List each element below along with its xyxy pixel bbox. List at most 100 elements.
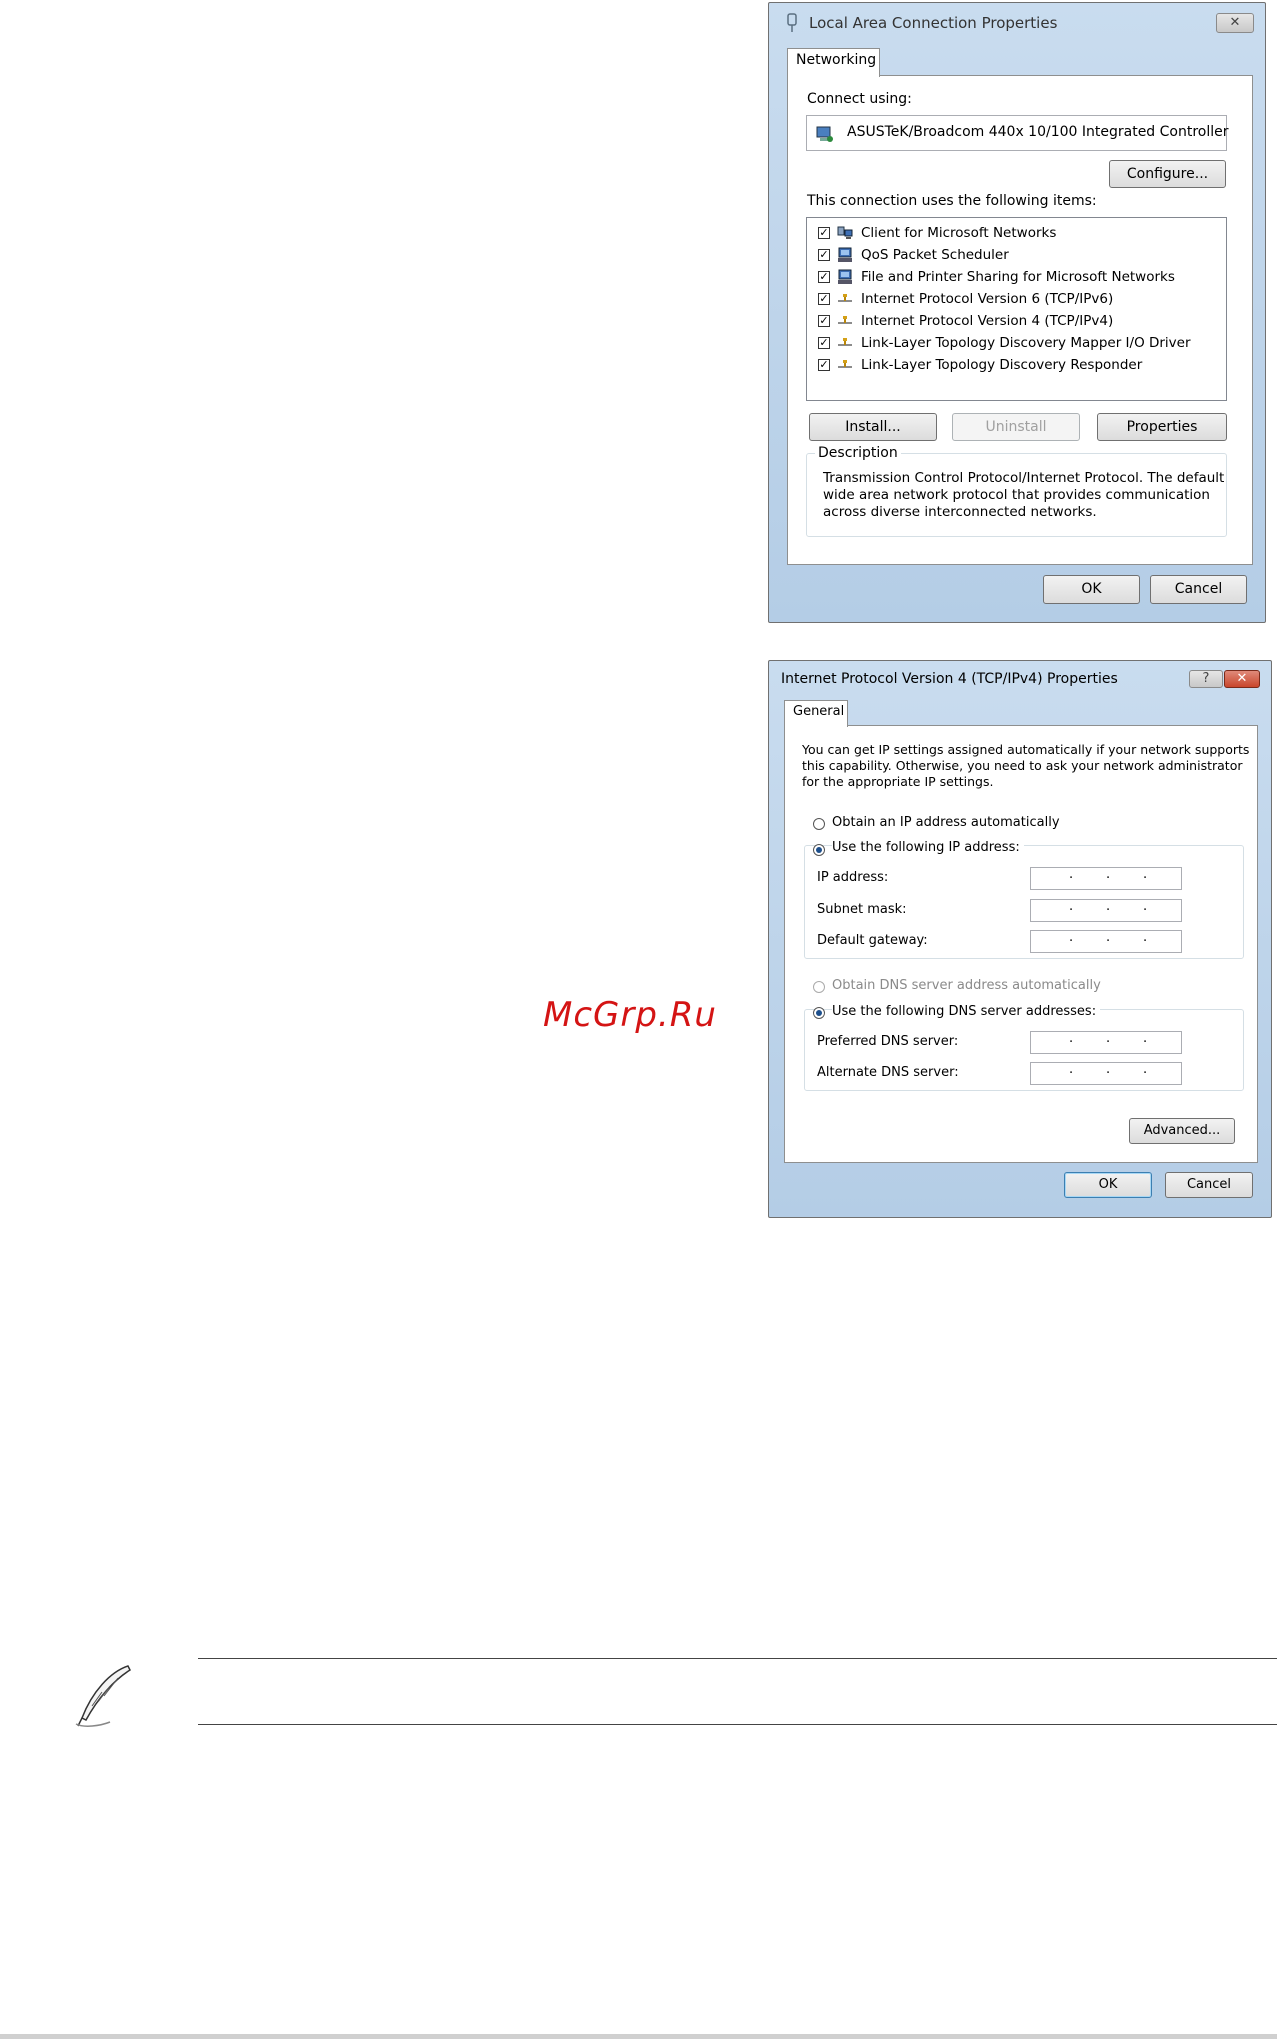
close-button[interactable]: ✕: [1216, 13, 1254, 33]
description-line: across diverse interconnected networks.: [823, 504, 1097, 520]
item-checkbox[interactable]: ✓: [818, 315, 830, 327]
protocol-icon: [837, 357, 852, 371]
preferred-dns-input[interactable]: . . .: [1030, 1031, 1182, 1054]
item-checkbox[interactable]: ✓: [818, 227, 830, 239]
obtain-dns-auto-radio[interactable]: [813, 981, 825, 993]
close-icon: ✕: [1236, 671, 1248, 686]
close-button[interactable]: ✕: [1224, 670, 1260, 688]
item-label: Link-Layer Topology Discovery Mapper I/O…: [861, 335, 1191, 351]
ip-separator: .: [1069, 867, 1074, 882]
ip-separator: .: [1143, 1031, 1148, 1046]
help-button[interactable]: ?: [1189, 670, 1223, 688]
description-line: wide area network protocol that provides…: [823, 487, 1210, 503]
subnet-mask-label: Subnet mask:: [817, 902, 907, 917]
network-service-icon: [837, 247, 852, 262]
protocol-icon: [837, 291, 852, 305]
window-title: Local Area Connection Properties: [809, 14, 1058, 32]
default-gateway-input[interactable]: . . .: [1030, 930, 1182, 953]
list-item[interactable]: ✓ Internet Protocol Version 4 (TCP/IPv4): [807, 312, 1226, 332]
list-item[interactable]: ✓ Client for Microsoft Networks: [807, 224, 1226, 244]
ip-separator: .: [1069, 1062, 1074, 1077]
window-title: Internet Protocol Version 4 (TCP/IPv4) P…: [781, 671, 1118, 687]
item-checkbox[interactable]: ✓: [818, 249, 830, 261]
ok-button[interactable]: OK: [1064, 1172, 1152, 1198]
ip-separator: .: [1106, 1031, 1111, 1046]
network-service-icon: [837, 269, 852, 284]
obtain-ip-auto-radio[interactable]: [813, 818, 825, 830]
item-label: Internet Protocol Version 6 (TCP/IPv6): [861, 291, 1114, 307]
ip-address-input[interactable]: . . .: [1030, 867, 1182, 890]
item-checkbox[interactable]: ✓: [818, 359, 830, 371]
description-line: Transmission Control Protocol/Internet P…: [823, 470, 1225, 486]
default-gateway-label: Default gateway:: [817, 933, 928, 948]
subnet-mask-input[interactable]: . . .: [1030, 899, 1182, 922]
install-button[interactable]: Install...: [809, 413, 937, 441]
connect-using-label: Connect using:: [807, 91, 912, 107]
configure-button[interactable]: Configure...: [1109, 160, 1226, 188]
ip-separator: .: [1069, 930, 1074, 945]
description-label: Description: [815, 445, 901, 461]
adapter-name: ASUSTeK/Broadcom 440x 10/100 Integrated …: [847, 124, 1229, 140]
ip-separator: .: [1143, 930, 1148, 945]
properties-button[interactable]: Properties: [1097, 413, 1227, 441]
list-item[interactable]: ✓ QoS Packet Scheduler: [807, 246, 1226, 266]
obtain-ip-auto-label: Obtain an IP address automatically: [832, 815, 1060, 830]
ip-separator: .: [1143, 1062, 1148, 1077]
note-top-rule: [198, 1658, 1277, 1659]
item-checkbox[interactable]: ✓: [818, 293, 830, 305]
ip-address-label: IP address:: [817, 870, 889, 885]
ip-separator: .: [1069, 1031, 1074, 1046]
protocol-icon: [837, 335, 852, 349]
protocol-icon: [837, 313, 852, 327]
preferred-dns-label: Preferred DNS server:: [817, 1034, 959, 1049]
ipv4-properties-dialog: Internet Protocol Version 4 (TCP/IPv4) P…: [768, 660, 1272, 1218]
intro-line: You can get IP settings assigned automat…: [802, 742, 1250, 757]
watermark: McGrp.Ru: [543, 995, 717, 1035]
items-list[interactable]: ✓ Client for Microsoft Networks ✓ QoS Packe…: [806, 217, 1227, 401]
intro-line: this capability. Otherwise, you need to …: [802, 758, 1243, 773]
ip-separator: .: [1106, 930, 1111, 945]
network-adapter-icon: [815, 124, 835, 148]
list-item[interactable]: ✓ File and Printer Sharing for Microsoft …: [807, 268, 1226, 288]
use-following-dns-radio[interactable]: [813, 1007, 825, 1019]
ok-button[interactable]: OK: [1043, 575, 1140, 604]
intro-line: for the appropriate IP settings.: [802, 774, 994, 789]
description-text: Transmission Control Protocol/Internet P…: [823, 470, 1224, 521]
list-item[interactable]: ✓ Internet Protocol Version 6 (TCP/IPv6): [807, 290, 1226, 310]
items-label: This connection uses the following items…: [807, 193, 1097, 209]
use-following-ip-radio[interactable]: [813, 844, 825, 856]
list-item[interactable]: ✓ Link-Layer Topology Discovery Responder: [807, 356, 1226, 376]
ip-separator: .: [1143, 899, 1148, 914]
alternate-dns-input[interactable]: . . .: [1030, 1062, 1182, 1085]
list-item[interactable]: ✓ Link-Layer Topology Discovery Mapper I/…: [807, 334, 1226, 354]
help-icon: ?: [1202, 671, 1210, 686]
network-connection-icon: [785, 13, 799, 33]
note-pen-icon: [70, 1662, 136, 1734]
intro-text: You can get IP settings assigned automat…: [802, 742, 1249, 790]
ip-separator: .: [1106, 867, 1111, 882]
page-footer-rule: [0, 2034, 1277, 2039]
advanced-button[interactable]: Advanced...: [1129, 1118, 1235, 1144]
item-checkbox[interactable]: ✓: [818, 271, 830, 283]
close-icon: ✕: [1229, 15, 1241, 30]
ip-separator: .: [1143, 867, 1148, 882]
tab-networking[interactable]: Networking: [787, 48, 880, 77]
tab-general[interactable]: General: [784, 700, 848, 727]
adapter-field: ASUSTeK/Broadcom 440x 10/100 Integrated …: [806, 115, 1229, 151]
ip-separator: .: [1069, 899, 1074, 914]
use-following-dns-label: Use the following DNS server addresses:: [832, 1004, 1101, 1019]
item-label: Link-Layer Topology Discovery Responder: [861, 357, 1143, 373]
obtain-dns-auto-label: Obtain DNS server address automatically: [832, 978, 1101, 993]
cancel-button[interactable]: Cancel: [1150, 575, 1247, 604]
cancel-button[interactable]: Cancel: [1165, 1172, 1253, 1198]
item-checkbox[interactable]: ✓: [818, 337, 830, 349]
ip-separator: .: [1106, 899, 1111, 914]
item-label: Client for Microsoft Networks: [861, 225, 1057, 241]
item-label: File and Printer Sharing for Microsoft N…: [861, 269, 1175, 285]
uninstall-button[interactable]: Uninstall: [952, 413, 1080, 441]
ip-separator: .: [1106, 1062, 1111, 1077]
alternate-dns-label: Alternate DNS server:: [817, 1065, 959, 1080]
use-following-ip-label: Use the following IP address:: [832, 840, 1024, 855]
note-bottom-rule: [198, 1724, 1277, 1725]
item-label: Internet Protocol Version 4 (TCP/IPv4): [861, 313, 1114, 329]
